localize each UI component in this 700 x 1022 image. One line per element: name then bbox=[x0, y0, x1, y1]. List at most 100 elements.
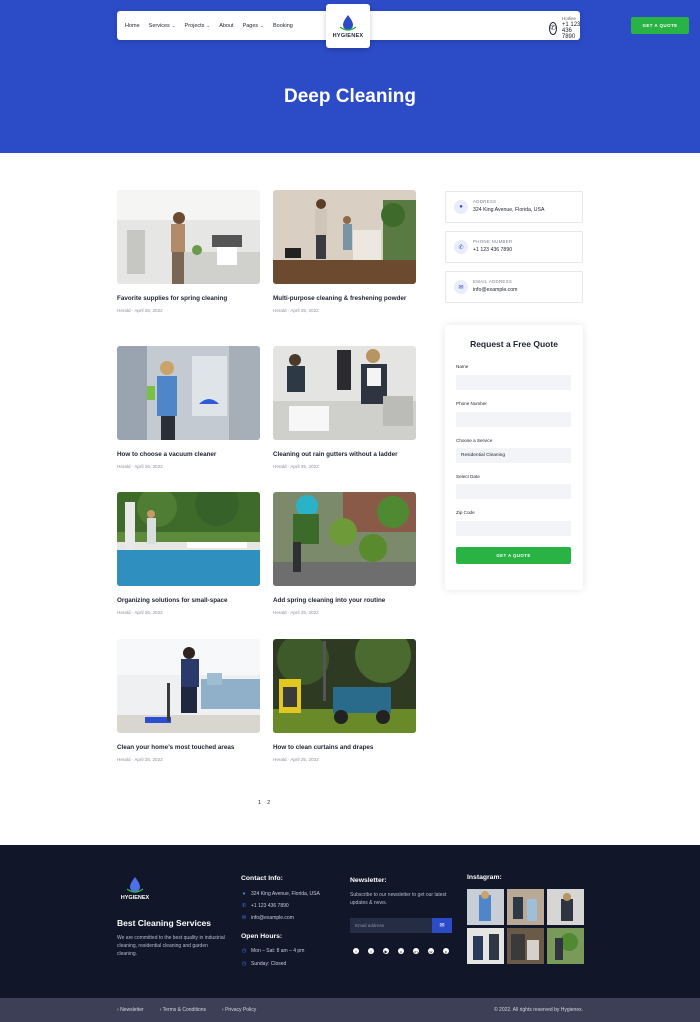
blog-post-card[interactable]: Favorite supplies for spring cleaning He… bbox=[117, 190, 260, 313]
blog-post-card[interactable]: Multi-purpose cleaning & freshening powd… bbox=[273, 190, 416, 313]
pagination: 1 2 bbox=[258, 800, 270, 806]
hours-text: Sunday: Closed bbox=[251, 961, 287, 967]
legal-links: › Newsletter › Terms & Conditions › Priv… bbox=[117, 1007, 256, 1013]
post-title[interactable]: Clean your home’s most touched areas bbox=[117, 743, 260, 752]
post-image[interactable] bbox=[273, 492, 416, 586]
instagram-grid bbox=[467, 889, 584, 964]
post-image[interactable] bbox=[117, 639, 260, 733]
page-link[interactable]: 1 bbox=[258, 800, 261, 806]
post-image[interactable] bbox=[273, 639, 416, 733]
submit-quote-button[interactable]: GET A QUOTE bbox=[456, 547, 571, 564]
post-image[interactable] bbox=[117, 190, 260, 284]
service-label: Choose a Service bbox=[456, 438, 493, 443]
post-meta: Herald · April 25, 2022 bbox=[273, 464, 319, 469]
nav-item-pages[interactable]: Pages ⌄ bbox=[243, 23, 264, 29]
bottom-bar: › Newsletter › Terms & Conditions › Priv… bbox=[0, 998, 700, 1022]
post-image[interactable] bbox=[273, 346, 416, 440]
instagram-icon[interactable]: o bbox=[398, 948, 404, 954]
blog-post-card[interactable]: How to choose a vacuum cleaner Herald · … bbox=[117, 346, 260, 469]
nav-item-label: Pages bbox=[242, 22, 259, 29]
nav-item-about[interactable]: About bbox=[219, 23, 233, 29]
phone-icon: ✆ bbox=[241, 903, 247, 909]
post-meta: Herald · April 25, 2022 bbox=[273, 610, 319, 615]
contact-email[interactable]: ✉ info@example.com bbox=[241, 915, 294, 921]
post-title[interactable]: How to clean curtains and drapes bbox=[273, 743, 416, 752]
bottom-link-label: Terms & Conditions bbox=[162, 1007, 207, 1013]
post-title[interactable]: Add spring cleaning into your routine bbox=[273, 596, 416, 605]
post-title[interactable]: How to choose a vacuum cleaner bbox=[117, 450, 260, 459]
linkedin-icon[interactable]: in bbox=[413, 948, 419, 954]
site-logo[interactable]: HYGIENEX bbox=[326, 4, 370, 48]
hours-row: ◷ Mon – Sat: 8 am – 4 pm bbox=[241, 948, 305, 954]
facebook-icon[interactable]: f bbox=[353, 948, 359, 954]
contact-phone[interactable]: ✆ +1 123 436 7890 bbox=[241, 903, 289, 909]
post-image[interactable] bbox=[273, 190, 416, 284]
about-text: We are committed to the best quality in … bbox=[117, 935, 225, 957]
bottom-link[interactable]: › Newsletter bbox=[117, 1007, 144, 1013]
whatsapp-icon[interactable]: w bbox=[428, 948, 434, 954]
service-select[interactable]: Residential Cleaning bbox=[456, 448, 571, 463]
zip-label: Zip Code bbox=[456, 510, 475, 515]
pinterest-icon[interactable]: p bbox=[443, 948, 449, 954]
contact-heading: Contact Info: bbox=[241, 875, 283, 882]
youtube-icon[interactable]: ▶ bbox=[383, 948, 389, 954]
instagram-photo[interactable] bbox=[507, 928, 544, 964]
nav-item-projects[interactable]: Projects ⌄ bbox=[185, 23, 211, 29]
hero-banner: Home Services ⌄ Projects ⌄ About Pages ⌄ Bo… bbox=[0, 0, 700, 153]
nav-item-home[interactable]: Home bbox=[125, 23, 140, 29]
instagram-photo[interactable] bbox=[467, 928, 504, 964]
instagram-photo[interactable] bbox=[547, 928, 584, 964]
nav-item-services[interactable]: Services ⌄ bbox=[149, 23, 176, 29]
post-image[interactable] bbox=[117, 492, 260, 586]
nav-item-booking[interactable]: Booking bbox=[273, 23, 293, 29]
post-title[interactable]: Multi-purpose cleaning & freshening powd… bbox=[273, 294, 416, 303]
post-image[interactable] bbox=[117, 346, 260, 440]
quote-form-title: Request a Free Quote bbox=[470, 339, 558, 349]
post-title[interactable]: Organizing solutions for small-space bbox=[117, 596, 260, 605]
contact-address: ● 324 King Avenue, Florida, USA bbox=[241, 891, 320, 897]
clock-icon: ◷ bbox=[241, 961, 247, 967]
blog-post-card[interactable]: Cleaning out rain gutters without a ladd… bbox=[273, 346, 416, 469]
date-field[interactable] bbox=[456, 484, 571, 499]
footer-logo[interactable]: HYGIENEX bbox=[117, 876, 153, 901]
quote-form: Request a Free Quote Name Phone Number C… bbox=[445, 325, 583, 590]
post-title[interactable]: Cleaning out rain gutters without a ladd… bbox=[273, 450, 416, 459]
twitter-icon[interactable]: t bbox=[368, 948, 374, 954]
newsletter-email-input[interactable]: Email address bbox=[350, 918, 432, 933]
phone-field[interactable] bbox=[456, 412, 571, 427]
logo-text: HYGIENEX bbox=[120, 895, 150, 901]
get-quote-button[interactable]: GET A QUOTE bbox=[631, 17, 689, 34]
name-field[interactable] bbox=[456, 375, 571, 390]
instagram-photo[interactable] bbox=[507, 889, 544, 925]
info-value[interactable]: +1 123 436 7890 bbox=[473, 247, 512, 253]
info-value: 324 King Avenue, Florida, USA bbox=[473, 207, 545, 213]
zip-field[interactable] bbox=[456, 521, 571, 536]
mail-icon: ✉ bbox=[454, 280, 468, 294]
newsletter-text: Subscribe to our newsletter to get our l… bbox=[350, 892, 447, 906]
post-meta: Herald · April 25, 2022 bbox=[117, 464, 163, 469]
info-value[interactable]: info@example.com bbox=[473, 287, 517, 293]
bottom-link[interactable]: › Privacy Policy bbox=[222, 1007, 256, 1013]
instagram-photo[interactable] bbox=[467, 889, 504, 925]
water-drop-logo-icon bbox=[339, 14, 357, 31]
footer: HYGIENEX Best Cleaning Services We are c… bbox=[0, 845, 700, 998]
blog-post-card[interactable]: Clean your home’s most touched areas Her… bbox=[117, 639, 260, 762]
chevron-down-icon: ⌄ bbox=[171, 22, 176, 28]
page-link[interactable]: 2 bbox=[267, 800, 270, 806]
hotline[interactable]: ✆ Hotline +1 123 436 7890 bbox=[549, 16, 581, 40]
instagram-photo[interactable] bbox=[547, 889, 584, 925]
info-label: EMAIL ADDRESS bbox=[473, 279, 513, 284]
post-meta: Herald · April 25, 2022 bbox=[117, 610, 163, 615]
post-meta: Herald · April 25, 2022 bbox=[273, 308, 319, 313]
nav-item-label: Home bbox=[125, 22, 140, 29]
clock-icon: ◷ bbox=[241, 948, 247, 954]
blog-post-card[interactable]: Organizing solutions for small-space Her… bbox=[117, 492, 260, 615]
newsletter-send-button[interactable]: ✉ bbox=[432, 918, 452, 933]
blog-post-card[interactable]: Add spring cleaning into your routine He… bbox=[273, 492, 416, 615]
post-title[interactable]: Favorite supplies for spring cleaning bbox=[117, 294, 260, 303]
bottom-link[interactable]: › Terms & Conditions bbox=[160, 1007, 206, 1013]
social-links: f t ▶ o in w p bbox=[353, 948, 449, 954]
phone-icon: ✆ bbox=[549, 21, 557, 35]
hotline-label: Hotline bbox=[561, 16, 576, 21]
blog-post-card[interactable]: How to clean curtains and drapes Herald … bbox=[273, 639, 416, 762]
